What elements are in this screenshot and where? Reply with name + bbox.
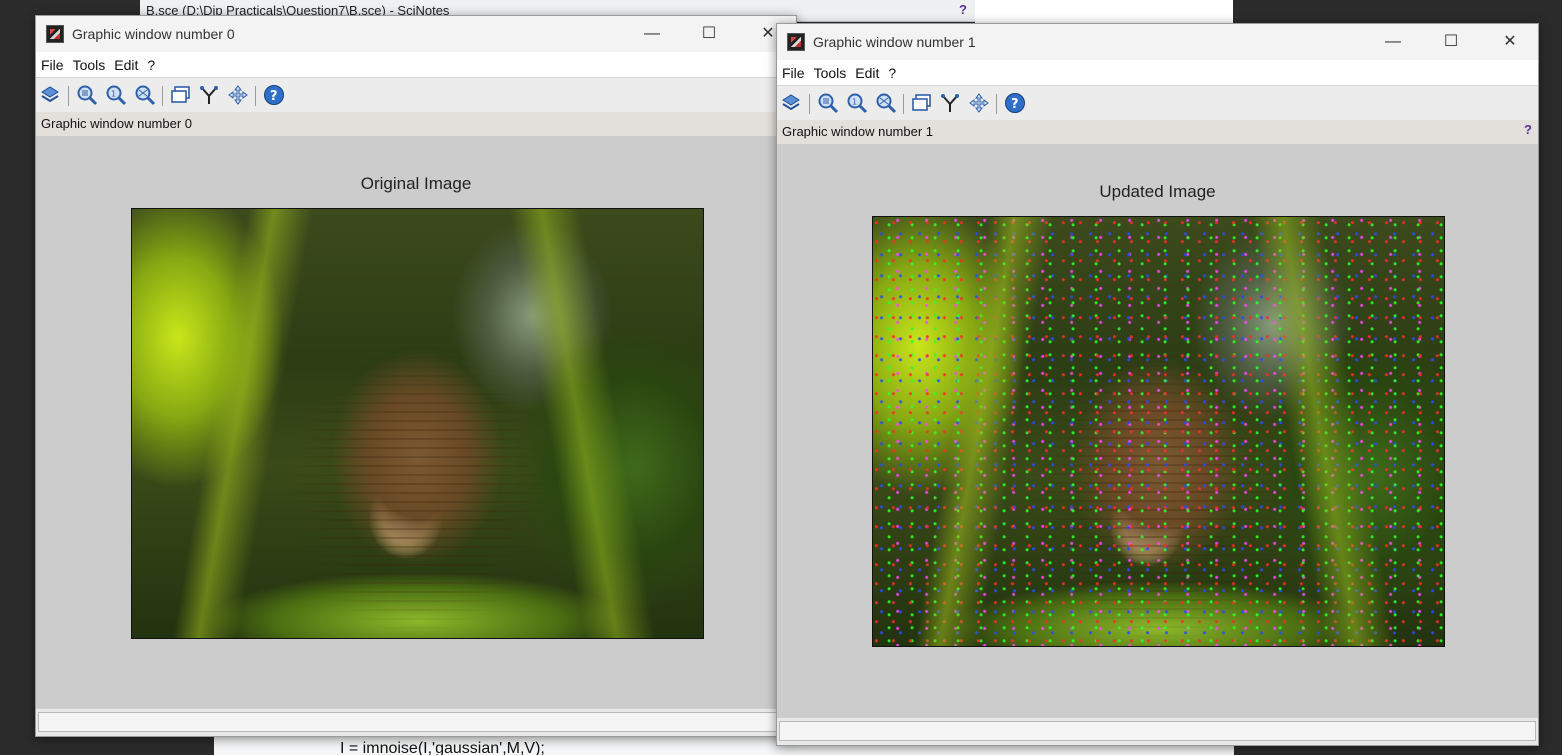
datatip-icon[interactable] (911, 92, 933, 114)
status-field (38, 712, 794, 732)
minimize-button[interactable]: — (1378, 30, 1408, 54)
window-titlebar[interactable]: Graphic window number 1 — ☐ ✕ (777, 24, 1538, 60)
toolbar-separator (996, 94, 997, 114)
plot-title: Original Image (360, 174, 472, 193)
toolbar-separator (809, 94, 810, 114)
edit-datatips-icon[interactable] (939, 92, 961, 114)
info-bar: Graphic window number 0 (36, 112, 796, 136)
menu-file[interactable]: File (37, 52, 68, 78)
minimize-button[interactable]: — (637, 22, 667, 46)
code-line: I = imnoise(I,'gaussian',M,V); (332, 730, 545, 755)
svg-text:1: 1 (111, 90, 116, 99)
maximize-button[interactable]: ☐ (1436, 30, 1466, 54)
status-field (779, 721, 1536, 741)
rotate-icon[interactable] (39, 84, 61, 106)
menu-edit[interactable]: Edit (851, 60, 883, 86)
graphic-window-1[interactable]: Graphic window number 1 — ☐ ✕ File Tools E… (776, 23, 1539, 746)
status-bar (36, 708, 796, 736)
scilab-icon (787, 33, 805, 51)
menu-file[interactable]: File (778, 60, 809, 86)
menu-help[interactable]: ? (884, 60, 900, 86)
menu-tools[interactable]: Tools (69, 52, 110, 78)
scilab-icon (46, 25, 64, 43)
edit-datatips-icon[interactable] (198, 84, 220, 106)
svg-text:?: ? (1011, 97, 1019, 112)
info-text: Graphic window number 0 (41, 116, 193, 131)
pan-icon[interactable] (227, 84, 249, 106)
svg-text:1: 1 (852, 98, 857, 107)
menu-bar: File Tools Edit? (777, 60, 1538, 86)
menu-bar: File Tools Edit? (36, 52, 796, 78)
original-image (131, 208, 704, 639)
zoom-reset-icon[interactable]: 1 (105, 84, 127, 106)
menu-tools[interactable]: Tools (810, 60, 851, 86)
updated-image (872, 216, 1445, 647)
svg-text:?: ? (270, 89, 278, 104)
menu-help[interactable]: ? (143, 52, 159, 78)
zoom-out-icon[interactable] (134, 84, 156, 106)
toolbar: 1 ? (777, 86, 1538, 120)
zoom-in-icon[interactable] (76, 84, 98, 106)
toolbar-separator (162, 86, 163, 106)
zoom-reset-icon[interactable]: 1 (846, 92, 868, 114)
plot-area[interactable]: Original Image (36, 136, 796, 708)
scinotes-help-icon[interactable]: ? (959, 2, 967, 17)
toolbar: 1 ? (36, 78, 796, 112)
toolbar-separator (68, 86, 69, 106)
toolbar-separator (255, 86, 256, 106)
info-bar: Graphic window number 1 ? (777, 120, 1538, 144)
status-bar (777, 717, 1538, 745)
info-text: Graphic window number 1 (782, 124, 934, 139)
window-title: Graphic window number 0 (72, 26, 235, 42)
help-icon[interactable]: ? (1004, 92, 1026, 114)
plot-title: Updated Image (1099, 182, 1216, 201)
menu-edit[interactable]: Edit (110, 52, 142, 78)
maximize-button[interactable]: ☐ (694, 22, 724, 46)
zoom-in-icon[interactable] (817, 92, 839, 114)
window-title: Graphic window number 1 (813, 34, 976, 50)
zoom-out-icon[interactable] (875, 92, 897, 114)
datatip-icon[interactable] (170, 84, 192, 106)
info-help-icon[interactable]: ? (1524, 122, 1532, 137)
pan-icon[interactable] (968, 92, 990, 114)
rotate-icon[interactable] (780, 92, 802, 114)
noise-overlay (873, 217, 1444, 646)
help-icon[interactable]: ? (263, 84, 285, 106)
background-strip (975, 0, 1233, 24)
close-button[interactable]: ✕ (1495, 30, 1525, 54)
code-line-text: I = imnoise(I,'gaussian',M,V); (340, 740, 545, 755)
toolbar-separator (903, 94, 904, 114)
graphic-window-0[interactable]: Graphic window number 0 — ☐ ✕ File Tools E… (35, 15, 797, 737)
window-titlebar[interactable]: Graphic window number 0 — ☐ ✕ (36, 16, 796, 52)
plot-area[interactable]: Updated Image (777, 144, 1538, 717)
